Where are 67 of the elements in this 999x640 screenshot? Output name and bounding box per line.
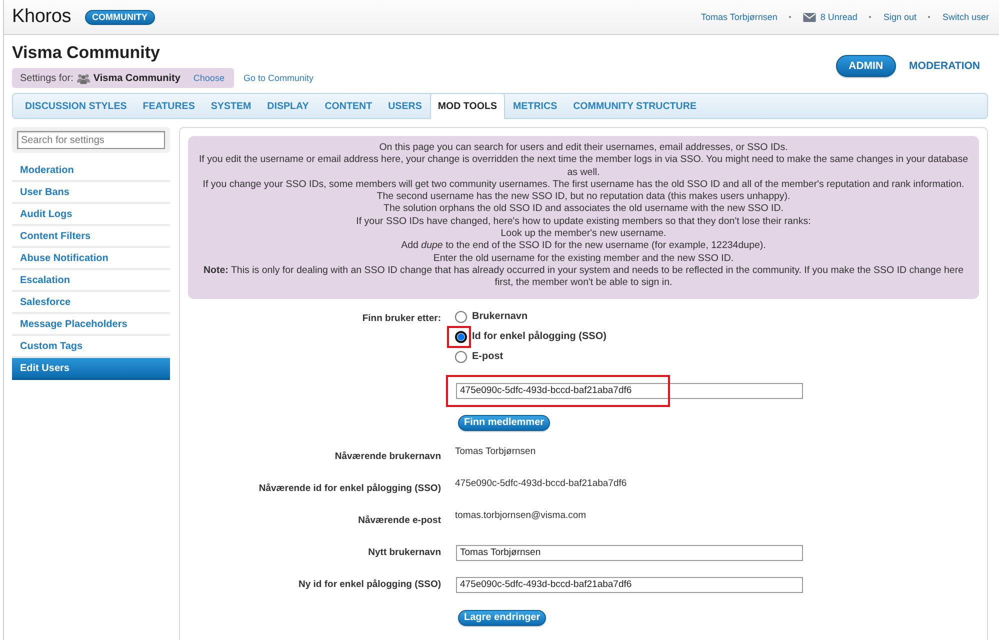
field-label: Ny id for enkel pålogging (SSO) — [297, 578, 441, 592]
separator-dot-icon — [869, 16, 872, 18]
header-link[interactable]: Switch user — [942, 12, 989, 22]
profile-link[interactable]: Tomas Torbjørnsen — [701, 12, 778, 22]
separator-dot-icon — [928, 16, 930, 18]
settings-search-field[interactable]: Search for settings — [17, 131, 165, 149]
tab[interactable]: DISPLAY — [259, 93, 317, 119]
info-text: Look up the member's new username. — [500, 228, 668, 240]
tab[interactable]: FEATURES — [134, 93, 203, 119]
info-text: The second username has the new SSO ID, but no reputation data (this makes users unhappy). — [376, 191, 792, 204]
sidebar-item[interactable]: Moderation — [12, 160, 170, 182]
text-field[interactable]: Tomas Torbjørnsen — [456, 544, 803, 561]
search-field[interactable]: 475e090c-5dfc-493d-bccd-baf21aba7df6 — [456, 382, 803, 399]
sidebar-item[interactable]: Audit Logs — [12, 204, 170, 226]
sidebar-item[interactable]: Abuse Notification — [12, 248, 170, 270]
field-value: tomas.torbjornsen@visma.com — [455, 510, 586, 521]
mode-button[interactable]: MODERATION — [909, 55, 980, 77]
field-value: Tomas Torbjørnsen — [455, 446, 536, 457]
sidebar-item[interactable]: Content Filters — [12, 226, 170, 248]
sidebar-item[interactable]: Message Placeholders — [12, 314, 170, 336]
mode-button[interactable]: ADMIN — [836, 55, 896, 77]
field-label: Finn bruker etter: — [361, 312, 441, 326]
info-text: The solution orphans the old SSO ID and associates the old username with the new SSO ID. — [382, 203, 784, 216]
field-label: Nåværende brukernavn — [334, 450, 441, 464]
radio-button[interactable] — [455, 330, 467, 343]
radio-button[interactable] — [455, 310, 467, 323]
inbox-link[interactable]: 8 Unread — [803, 12, 858, 22]
info-text: Note: This is only for dealing with an SSO ID change that has already occurred in your system and needs to be reflected in the community. If you make the SSO ID change here first, the member won't be able to sign in. — [202, 264, 964, 290]
info-text: If your SSO IDs have changed, here's how to update existing members so that they don't lose their ranks: — [355, 216, 812, 228]
field-label: Nytt brukernavn — [367, 546, 441, 560]
community-name: Visma Community — [93, 72, 180, 84]
field-label: Nåværende id for enkel pålogging (SSO) — [258, 482, 441, 496]
tab[interactable]: SYSTEM — [202, 93, 260, 119]
radio-button[interactable] — [455, 350, 467, 363]
tab[interactable]: COMMUNITY STRUCTURE — [565, 93, 704, 119]
text-field[interactable]: 475e090c-5dfc-493d-bccd-baf21aba7df6 — [456, 576, 803, 593]
field-label: Nåværende e-post — [357, 514, 441, 528]
tab[interactable]: METRICS — [505, 93, 566, 119]
page-title: Visma Community — [12, 43, 162, 63]
separator-dot-icon — [789, 16, 792, 18]
info-text: On this page you can search for users and edit their usernames, email addresses, or SSO IDs. — [378, 142, 789, 154]
settings-for-label: Settings for: — [20, 72, 74, 84]
go-to-community-link[interactable]: Go to Community — [243, 73, 314, 83]
radio-label[interactable]: Id for enkel pålogging (SSO) — [472, 331, 606, 342]
info-text: If you edit the username or email address here, your change is overridden the next time the member logs in via SSO. You might need to make the same changes in your database as well. — [198, 154, 970, 179]
sidebar-item[interactable]: Edit Users — [12, 358, 170, 380]
header-link[interactable]: Sign out — [883, 12, 916, 22]
sidebar-item[interactable]: Salesforce — [12, 292, 170, 314]
tab[interactable]: USERS — [380, 93, 430, 119]
people-icon — [77, 72, 90, 84]
community-badge: COMMUNITY — [85, 10, 155, 24]
info-text: Add dupe to the end of the SSO ID for the new username (for example, 12234dupe). — [400, 240, 767, 253]
radio-label[interactable]: E-post — [472, 351, 504, 362]
tab[interactable]: CONTENT — [316, 93, 380, 119]
save-button[interactable]: Lagre endringer — [458, 610, 546, 626]
radio-label[interactable]: Brukernavn — [472, 311, 528, 322]
envelope-icon — [803, 12, 816, 22]
tab[interactable]: DISCUSSION STYLES — [17, 93, 135, 119]
field-value: 475e090c-5dfc-493d-bccd-baf21aba7df6 — [455, 478, 627, 489]
find-members-button[interactable]: Finn medlemmer — [458, 414, 550, 431]
info-text: Enter the old username for the existing member and the new SSO ID. — [432, 252, 735, 265]
logo-text[interactable]: Khoros — [12, 6, 72, 28]
sidebar-item[interactable]: User Bans — [12, 182, 170, 204]
tab[interactable]: MOD TOOLS — [430, 93, 506, 119]
choose-link[interactable]: Choose — [193, 73, 224, 83]
sidebar-item[interactable]: Escalation — [12, 270, 170, 292]
info-text: If you change your SSO IDs, some members will get two community usernames. The first username has the old SSO ID and all of the member's reputation and rank information. — [202, 178, 966, 192]
